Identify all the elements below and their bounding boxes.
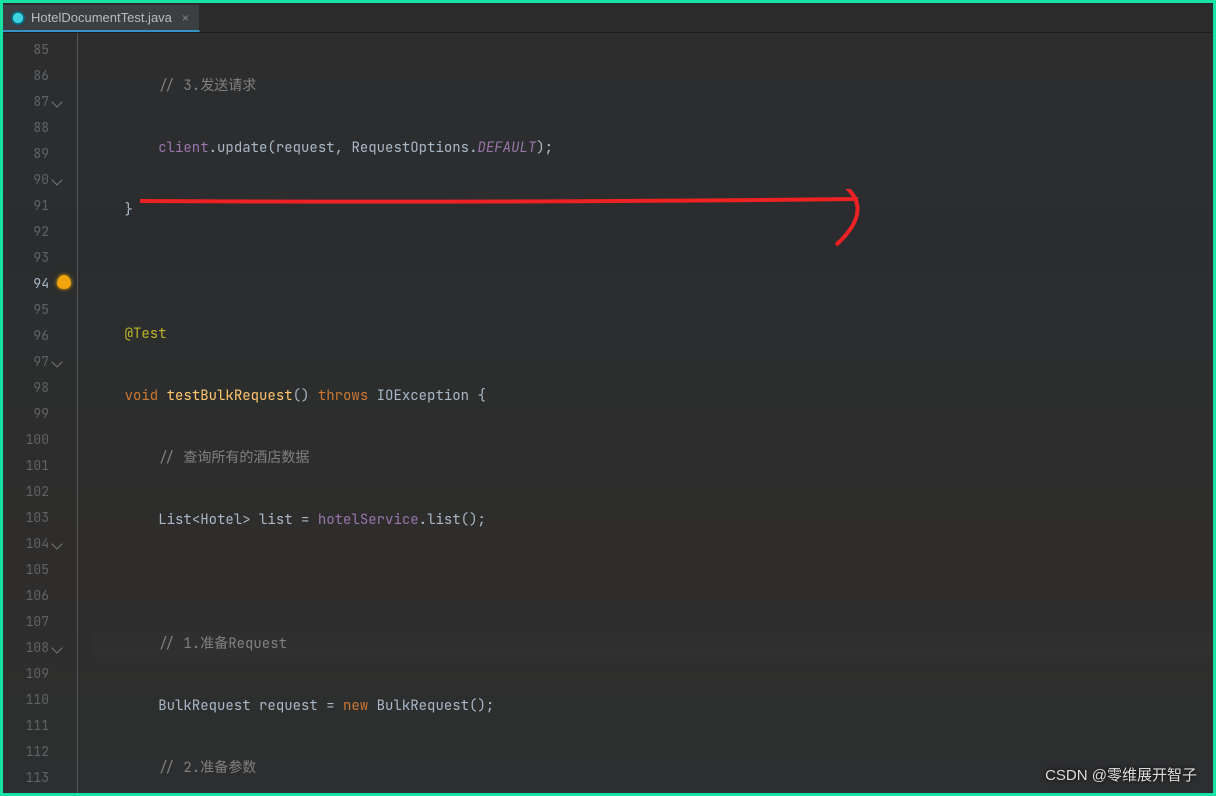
line-number: 97 [3,349,77,375]
line-number: 89 [3,141,77,167]
line-number: 85 [3,37,77,63]
line-number: 111 [3,713,77,739]
line-number: 90 [3,167,77,193]
close-icon[interactable]: × [182,11,189,25]
tab-bar: HotelDocumentTest.java × [3,3,1213,33]
line-number: 110 [3,687,77,713]
line-number: 99 [3,401,77,427]
line-number: 87 [3,89,77,115]
line-number-gutter: 8586878889909192939495969798991001011021… [3,33,77,793]
code-area[interactable]: // 3.发送请求 client.update(request, Request… [91,33,1213,793]
watermark: CSDN @零维展开智子 [1045,764,1197,785]
fold-column [77,33,91,793]
line-number: 107 [3,609,77,635]
line-number: 109 [3,661,77,687]
line-number: 102 [3,479,77,505]
fold-handle-icon[interactable] [51,538,62,549]
line-number: 86 [3,63,77,89]
line-number: 104 [3,531,77,557]
line-number: 103 [3,505,77,531]
line-number: 108 [3,635,77,661]
line-number: 105 [3,557,77,583]
intention-bulb-icon[interactable] [57,275,71,289]
line-number: 101 [3,453,77,479]
tab-filename: HotelDocumentTest.java [31,10,172,25]
line-number: 95 [3,297,77,323]
fold-handle-icon[interactable] [51,96,62,107]
line-number: 94 [3,271,77,297]
line-number: 88 [3,115,77,141]
line-number: 106 [3,583,77,609]
line-number: 113 [3,765,77,791]
fold-handle-icon[interactable] [51,174,62,185]
file-tab[interactable]: HotelDocumentTest.java × [3,5,200,32]
fold-handle-icon[interactable] [51,642,62,653]
line-number: 96 [3,323,77,349]
line-number: 100 [3,427,77,453]
line-number: 93 [3,245,77,271]
line-number: 92 [3,219,77,245]
line-number: 98 [3,375,77,401]
line-number: 112 [3,739,77,765]
line-number: 91 [3,193,77,219]
java-class-icon [11,11,25,25]
editor: 8586878889909192939495969798991001011021… [3,33,1213,793]
fold-handle-icon[interactable] [51,356,62,367]
